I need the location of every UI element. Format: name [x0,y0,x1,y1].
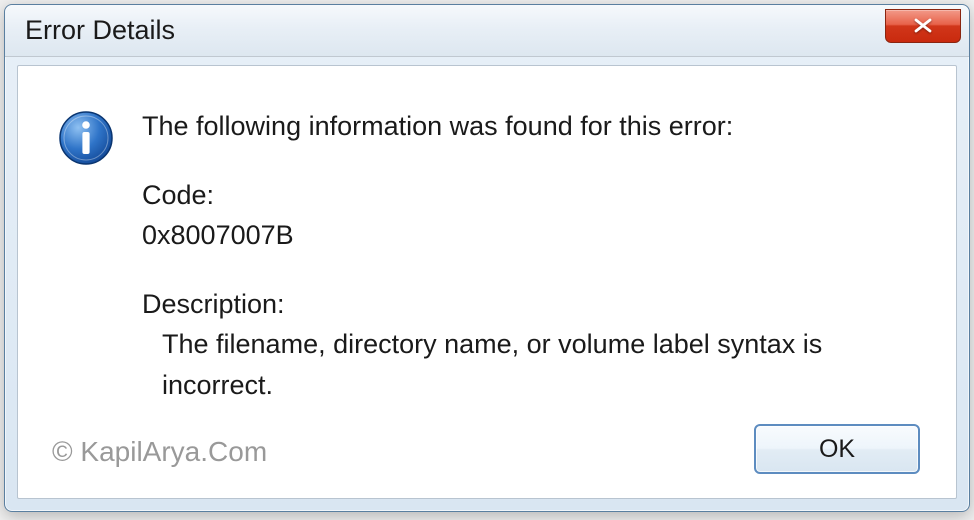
titlebar: Error Details [5,5,969,57]
watermark: © KapilArya.Com [52,436,267,468]
dialog-content: The following information was found for … [17,65,957,499]
code-label: Code: [142,175,916,216]
description-value: The filename, directory name, or volume … [142,324,916,405]
code-value: 0x8007007B [142,215,916,256]
error-details-dialog: Error Details [4,4,970,512]
close-icon [912,18,934,33]
button-row: OK [754,424,920,474]
message-heading: The following information was found for … [142,106,916,147]
window-title: Error Details [25,15,175,46]
ok-button[interactable]: OK [754,424,920,474]
message-text: The following information was found for … [142,106,916,405]
description-label: Description: [142,284,916,325]
message-row: The following information was found for … [58,106,916,405]
window-close-button[interactable] [885,9,961,43]
watermark-text: © KapilArya.Com [52,436,267,467]
info-icon [58,110,114,171]
